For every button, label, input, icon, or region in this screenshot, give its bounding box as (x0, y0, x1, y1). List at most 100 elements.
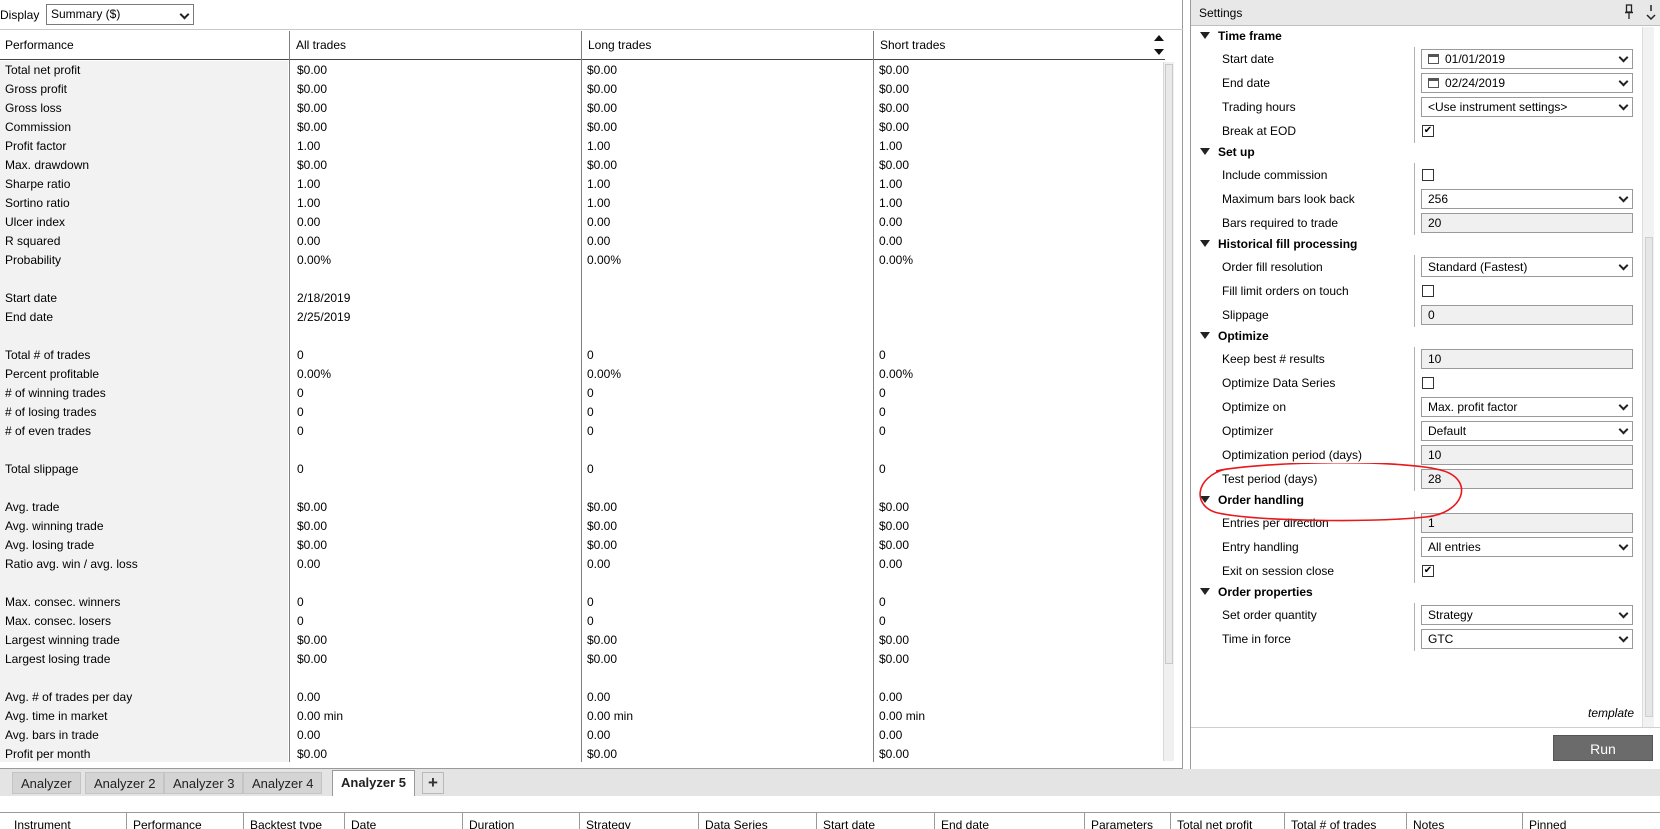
column-header-all-trades[interactable]: All trades (291, 31, 346, 60)
results-column-header[interactable]: End date (941, 818, 989, 829)
tab-analyzer-3[interactable]: Analyzer 3 (164, 772, 244, 794)
results-column-header[interactable]: Strategy (586, 818, 631, 829)
test-period-days-input[interactable]: 28 (1421, 469, 1633, 489)
category-label: Order properties (1218, 585, 1313, 599)
category-historical-fill-processing[interactable]: Historical fill processing (1191, 235, 1641, 255)
expand-triangle-icon[interactable] (1200, 148, 1210, 155)
expand-triangle-icon[interactable] (1200, 496, 1210, 503)
settings-footer: Run (1191, 727, 1660, 769)
category-set-up[interactable]: Set up (1191, 143, 1641, 163)
chevron-down-icon[interactable] (1618, 52, 1629, 63)
slippage-input[interactable]: 0 (1421, 305, 1633, 325)
property-row-optimize-on: Optimize on Max. profit factor (1191, 395, 1641, 419)
run-button[interactable]: Run (1553, 735, 1653, 761)
table-row: Max. consec. losers 0 0 0 (0, 612, 1162, 631)
display-select[interactable]: Summary ($) (46, 4, 194, 25)
results-column-header[interactable]: Notes (1413, 818, 1444, 829)
category-order-handling[interactable]: Order handling (1191, 491, 1641, 511)
column-divider (1406, 813, 1407, 829)
chevron-down-icon[interactable] (1618, 632, 1629, 643)
trading-hours-select[interactable]: <Use instrument settings> (1421, 97, 1633, 117)
results-column-header[interactable]: Total net profit (1177, 818, 1252, 829)
metric-label: Total slippage (5, 462, 79, 476)
set-order-quantity-select[interactable]: Strategy (1421, 605, 1633, 625)
results-column-header[interactable]: Date (351, 818, 376, 829)
category-label: Historical fill processing (1218, 237, 1358, 251)
scrollbar-thumb[interactable] (1645, 237, 1653, 717)
metric-label: Profit per month (5, 747, 91, 761)
expand-triangle-icon[interactable] (1200, 240, 1210, 247)
category-optimize[interactable]: Optimize (1191, 327, 1641, 347)
results-column-header[interactable]: Instrument (14, 818, 71, 829)
category-label: Set up (1218, 145, 1255, 159)
table-row: Sharpe ratio 1.00 1.00 1.00 (0, 175, 1162, 194)
chevron-down-icon[interactable] (1618, 192, 1629, 203)
chevron-down-icon[interactable] (1618, 540, 1629, 551)
calendar-icon[interactable] (1428, 78, 1439, 88)
results-column-header[interactable]: Pinned (1529, 818, 1566, 829)
tab-analyzer-2[interactable]: Analyzer 2 (85, 772, 165, 794)
column-header-performance[interactable]: Performance (0, 31, 74, 60)
chevron-down-icon[interactable] (1618, 424, 1629, 435)
table-row: Profit factor 1.00 1.00 1.00 (0, 137, 1162, 156)
tab-analyzer-5[interactable]: Analyzer 5 (332, 770, 416, 796)
chevron-down-icon[interactable] (1618, 608, 1629, 619)
chevron-down-icon[interactable] (1618, 100, 1629, 111)
order-fill-resolution-select[interactable]: Standard (Fastest) (1421, 257, 1633, 277)
results-column-header[interactable]: Data Series (705, 818, 768, 829)
results-column-header[interactable]: Start date (823, 818, 875, 829)
end-date-select[interactable]: 02/24/2019 (1421, 73, 1633, 93)
results-grid-header: Instrument Performance Backtest type Date Du… (0, 812, 1660, 829)
chevron-down-icon[interactable] (1618, 260, 1629, 271)
column-header-short-trades[interactable]: Short trades (875, 31, 945, 60)
maximum-bars-look-back-select[interactable]: 256 (1421, 189, 1633, 209)
column-header-long-trades[interactable]: Long trades (583, 31, 651, 60)
tab-analyzer-4[interactable]: Analyzer 4 (243, 772, 323, 794)
performance-scrollbar[interactable] (1163, 62, 1174, 761)
add-tab-icon[interactable]: + (422, 772, 444, 794)
optimizer-select[interactable]: Default (1421, 421, 1633, 441)
column-divider (1284, 813, 1285, 829)
results-column-header[interactable]: Parameters (1091, 818, 1153, 829)
category-order-properties[interactable]: Order properties (1191, 583, 1641, 603)
sort-arrow-icon[interactable] (1152, 32, 1164, 60)
property-value: Default (1428, 424, 1467, 438)
bars-required-to-trade-input[interactable]: 20 (1421, 213, 1633, 233)
results-column-header[interactable]: Backtest type (250, 818, 322, 829)
start-date-select[interactable]: 01/01/2019 (1421, 49, 1633, 69)
short-trades-value: 1.00 (879, 139, 903, 153)
chevron-down-icon[interactable] (1618, 76, 1629, 87)
exit-on-session-close-checkbox[interactable]: ✔ (1422, 565, 1434, 577)
metric-label: Largest winning trade (5, 633, 120, 647)
entries-per-direction-input[interactable]: 1 (1421, 513, 1633, 533)
optimize-on-select[interactable]: Max. profit factor (1421, 397, 1633, 417)
time-in-force-select[interactable]: GTC (1421, 629, 1633, 649)
settings-scrollbar[interactable] (1642, 27, 1654, 727)
chevron-down-icon[interactable] (1618, 400, 1629, 411)
expand-triangle-icon[interactable] (1200, 588, 1210, 595)
include-commission-checkbox[interactable] (1422, 169, 1434, 181)
results-column-header[interactable]: Total # of trades (1291, 818, 1376, 829)
category-time-frame[interactable]: Time frame (1191, 27, 1641, 47)
column-divider (579, 813, 580, 829)
property-divider (1414, 47, 1415, 71)
fill-limit-orders-on-touch-checkbox[interactable] (1422, 285, 1434, 297)
entry-handling-select[interactable]: All entries (1421, 537, 1633, 557)
calendar-icon[interactable] (1428, 54, 1439, 64)
scrollbar-thumb[interactable] (1165, 64, 1173, 664)
pin-icon[interactable] (1624, 4, 1634, 20)
optimize-data-series-checkbox[interactable] (1422, 377, 1434, 389)
template-link[interactable]: template (1588, 706, 1634, 720)
property-label: Test period (days) (1222, 472, 1318, 486)
keep-best-results-input[interactable]: 10 (1421, 349, 1633, 369)
results-column-header[interactable]: Duration (469, 818, 514, 829)
optimization-period-days-input[interactable]: 10 (1421, 445, 1633, 465)
chevron-down-icon[interactable] (1646, 4, 1656, 22)
break-at-eod-checkbox[interactable]: ✔ (1422, 125, 1434, 137)
expand-triangle-icon[interactable] (1200, 332, 1210, 339)
tab-analyzer[interactable]: Analyzer (12, 772, 81, 794)
expand-triangle-icon[interactable] (1200, 32, 1210, 39)
metric-label: Profit factor (5, 139, 67, 153)
results-column-header[interactable]: Performance (133, 818, 202, 829)
property-label: Trading hours (1222, 100, 1296, 114)
